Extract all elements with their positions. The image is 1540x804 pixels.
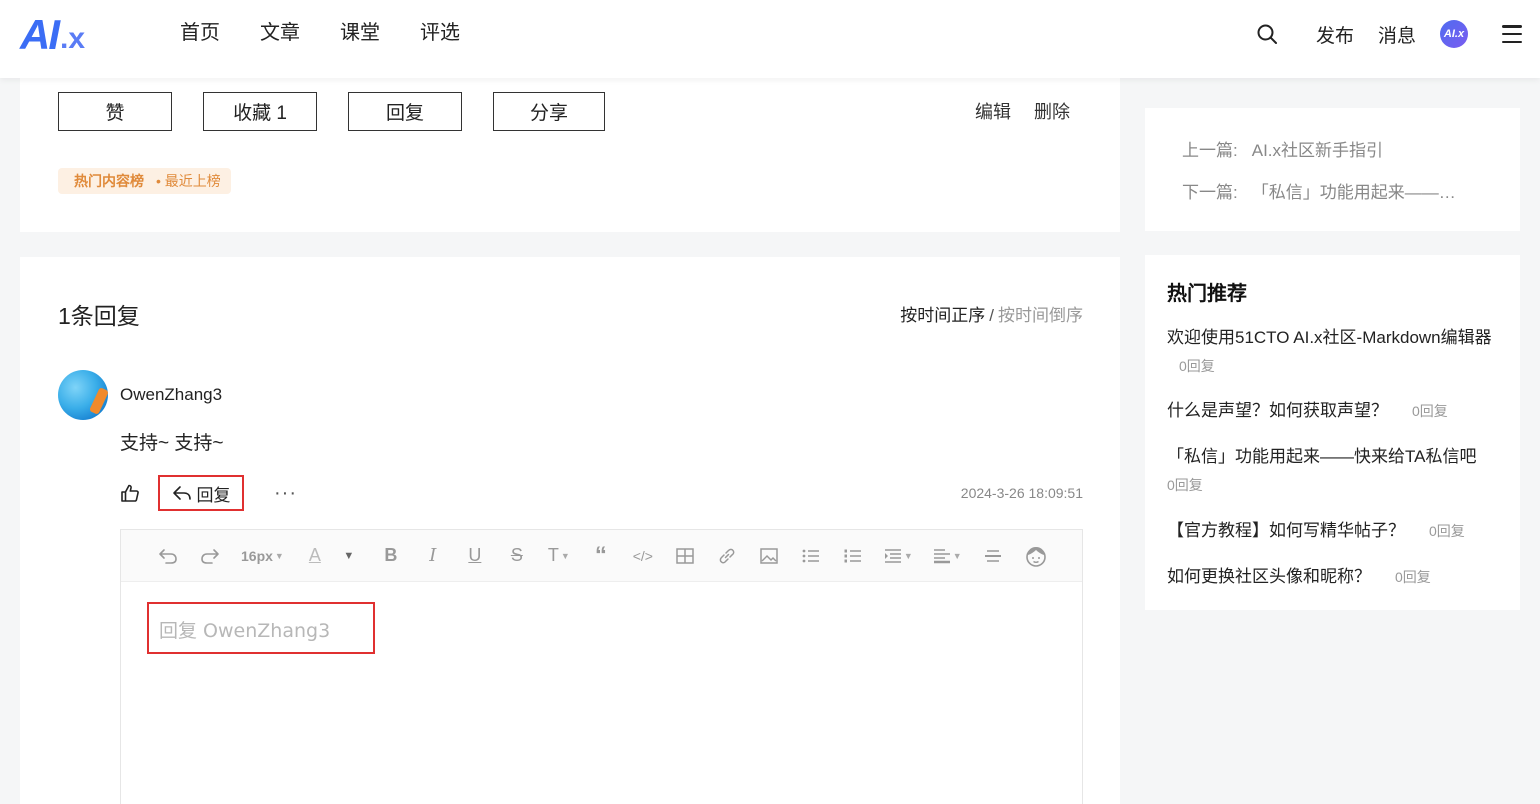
main-nav: 首页 文章 课堂 评选 <box>180 20 460 46</box>
hot-item-title: 什么是声望？如何获取声望？ <box>1167 401 1388 420</box>
quote-icon[interactable]: “ <box>590 542 612 569</box>
editor-toolbar: 16px ▼ A ▼ B I U S T ▼ “ </> ▼ ▼ <box>121 530 1082 582</box>
prev-next-card: 上一篇: AI.x社区新手指引 下一篇: 「私信」功能用起来——快来给TA私信吧 <box>1145 108 1520 231</box>
hot-item-title: 「私信」功能用起来——快来给TA私信吧 <box>1167 447 1477 466</box>
comment-actions: 回复 ··· <box>120 475 297 511</box>
hot-list-badge-main: 热门内容榜 <box>74 173 144 189</box>
nav-item-classroom[interactable]: 课堂 <box>340 20 380 46</box>
numbered-list-icon[interactable] <box>842 545 864 567</box>
align-icon[interactable]: ▼ <box>933 545 962 567</box>
emoji-icon[interactable] <box>1024 545 1048 567</box>
post-actions-card: 赞 收藏 1 回复 分享 编辑 删除 热门内容榜 • 最近上榜 <box>20 78 1120 232</box>
commenter-name[interactable]: OwenZhang3 <box>120 385 222 405</box>
nav-item-selection[interactable]: 评选 <box>420 20 460 46</box>
font-size-value: 16px <box>241 547 273 564</box>
delete-link[interactable]: 删除 <box>1034 98 1070 124</box>
logo-mark: AI <box>20 11 60 58</box>
reply-input-highlight[interactable]: 回复 OwenZhang3 <box>147 602 375 654</box>
chevron-down-icon[interactable]: ▼ <box>338 545 360 567</box>
menu-icon[interactable] <box>1502 25 1522 43</box>
hot-list-badge-sub: • 最近上榜 <box>156 173 221 189</box>
hot-recommend-title: 热门推荐 <box>1167 283 1247 305</box>
reply-arrow-icon <box>172 486 191 500</box>
hot-item-title: 如何更换社区头像和昵称？ <box>1167 567 1371 586</box>
sort-asc-link[interactable]: 按时间正序 <box>900 306 985 325</box>
underline-icon[interactable]: U <box>464 545 486 567</box>
font-size-select[interactable]: 16px ▼ <box>241 545 284 567</box>
prev-article-link[interactable]: 上一篇: AI.x社区新手指引 <box>1182 136 1482 161</box>
strikethrough-icon[interactable]: S <box>506 545 528 567</box>
commenter-avatar[interactable] <box>58 370 108 420</box>
hot-item-count: 0回复 <box>1429 523 1465 539</box>
horizontal-rule-icon[interactable] <box>982 545 1004 567</box>
nav-right: 发布 消息 AI.x <box>1256 18 1522 50</box>
next-title: 「私信」功能用起来——快来给TA私信吧 <box>1251 183 1472 202</box>
redo-icon[interactable] <box>199 545 221 567</box>
hot-item-count: 0回复 <box>1412 403 1448 419</box>
next-label: 下一篇: <box>1182 183 1238 202</box>
nav-item-home[interactable]: 首页 <box>180 20 220 46</box>
chevron-down-icon: ▼ <box>274 550 284 561</box>
prev-title: AI.x社区新手指引 <box>1251 141 1384 160</box>
comment-timestamp: 2024-3-26 18:09:51 <box>960 485 1083 501</box>
table-icon[interactable] <box>674 545 696 567</box>
logo-suffix: .x <box>60 22 86 55</box>
bold-icon[interactable]: B <box>380 545 402 567</box>
prev-label: 上一篇: <box>1182 141 1238 160</box>
hot-item[interactable]: 如何更换社区头像和昵称？ 0回复 <box>1167 563 1497 591</box>
hot-item[interactable]: 欢迎使用51CTO AI.x社区-Markdown编辑器 0回复 <box>1167 324 1497 380</box>
publish-link[interactable]: 发布 <box>1316 21 1354 48</box>
like-button[interactable]: 赞 <box>58 92 172 131</box>
hot-item-title: 【官方教程】如何写精华帖子？ <box>1167 521 1405 540</box>
top-nav: AI .x 首页 文章 课堂 评选 发布 消息 AI.x <box>0 0 1540 78</box>
search-icon[interactable] <box>1256 23 1278 45</box>
share-button[interactable]: 分享 <box>493 92 605 131</box>
sort-desc-link[interactable]: 按时间倒序 <box>998 306 1083 325</box>
more-options-icon[interactable]: ··· <box>274 483 297 503</box>
comment-text: 支持~ 支持~ <box>120 433 224 454</box>
reply-input-placeholder[interactable]: 回复 OwenZhang3 <box>159 616 330 643</box>
thumbs-up-icon[interactable] <box>120 483 140 503</box>
hot-item-title: 欢迎使用51CTO AI.x社区-Markdown编辑器 <box>1167 328 1492 347</box>
reply-post-button[interactable]: 回复 <box>348 92 462 131</box>
sort-separator: / <box>989 306 994 325</box>
reply-editor: 16px ▼ A ▼ B I U S T ▼ “ </> ▼ ▼ 回复 Owen… <box>120 529 1083 804</box>
user-avatar[interactable]: AI.x <box>1440 20 1468 48</box>
sort-toggle: 按时间正序 / 按时间倒序 <box>900 301 1083 326</box>
font-color-icon[interactable]: A <box>304 545 326 567</box>
comment-reply-button[interactable]: 回复 <box>158 475 244 511</box>
undo-icon[interactable] <box>157 545 179 567</box>
hot-item-count: 0回复 <box>1395 569 1431 585</box>
italic-icon[interactable]: I <box>422 545 444 567</box>
replies-count-title: 1条回复 <box>58 303 140 329</box>
hot-item[interactable]: 【官方教程】如何写精华帖子？ 0回复 <box>1167 517 1497 545</box>
hot-item-count: 0回复 <box>1179 358 1215 374</box>
nav-item-articles[interactable]: 文章 <box>260 20 300 46</box>
code-icon[interactable]: </> <box>632 545 654 567</box>
hot-item-count: 0回复 <box>1167 477 1203 493</box>
clear-format-icon[interactable]: T ▼ <box>548 545 570 567</box>
hot-item[interactable]: 什么是声望？如何获取声望？ 0回复 <box>1167 397 1497 425</box>
messages-link[interactable]: 消息 <box>1378 21 1416 48</box>
edit-link[interactable]: 编辑 <box>975 98 1011 124</box>
image-icon[interactable] <box>758 545 780 567</box>
hot-list-badge[interactable]: 热门内容榜 • 最近上榜 <box>58 168 231 194</box>
next-article-link[interactable]: 下一篇: 「私信」功能用起来——快来给TA私信吧 <box>1182 178 1472 203</box>
site-logo[interactable]: AI .x <box>20 12 110 56</box>
indent-icon[interactable]: ▼ <box>884 545 913 567</box>
link-icon[interactable] <box>716 545 738 567</box>
hot-item[interactable]: 「私信」功能用起来——快来给TA私信吧 0回复 <box>1167 443 1497 499</box>
comment-reply-label: 回复 <box>196 485 231 505</box>
favorite-button[interactable]: 收藏 1 <box>203 92 317 131</box>
bullet-list-icon[interactable] <box>800 545 822 567</box>
replies-card: 1条回复 按时间正序 / 按时间倒序 OwenZhang3 支持~ 支持~ 回复 ·… <box>20 257 1120 804</box>
hot-recommend-card: 热门推荐 欢迎使用51CTO AI.x社区-Markdown编辑器 0回复 什么是… <box>1145 255 1520 610</box>
